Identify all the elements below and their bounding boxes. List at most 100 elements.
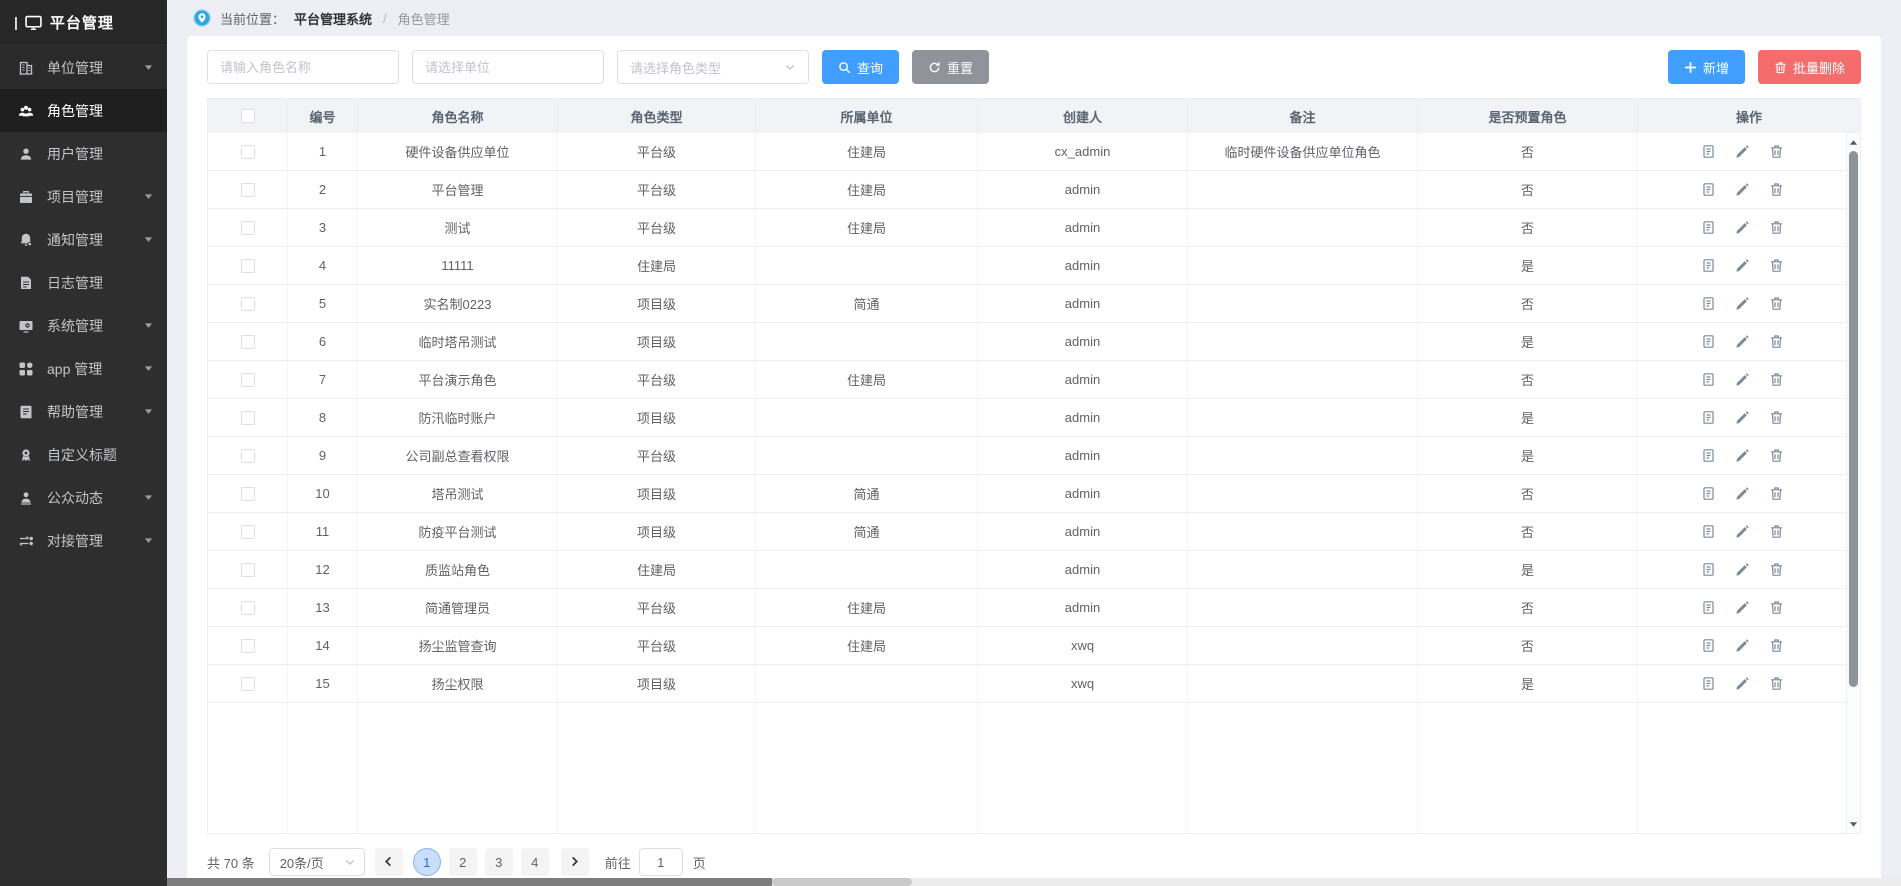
sidebar-item-project[interactable]: 项目管理 [0,175,167,218]
edit-icon[interactable] [1735,372,1750,387]
row-checkbox[interactable] [241,449,255,463]
delete-icon[interactable] [1769,182,1784,197]
sidebar-item-system[interactable]: 系统管理 [0,304,167,347]
row-checkbox[interactable] [241,335,255,349]
page-button-2[interactable]: 2 [449,848,477,876]
sidebar-item-help[interactable]: 帮助管理 [0,390,167,433]
edit-icon[interactable] [1735,486,1750,501]
delete-icon[interactable] [1769,220,1784,235]
row-checkbox[interactable] [241,563,255,577]
delete-icon[interactable] [1769,372,1784,387]
sidebar-item-role[interactable]: 角色管理 [0,89,167,132]
add-button[interactable]: 新增 [1668,50,1745,84]
horizontal-scrollbar-thumb[interactable] [167,878,772,886]
horizontal-scrollbar-thumb-end[interactable] [772,878,912,886]
sidebar-item-notice[interactable]: 通知管理 [0,218,167,261]
select-all-checkbox[interactable] [241,109,255,123]
edit-icon[interactable] [1735,258,1750,273]
edit-icon[interactable] [1735,524,1750,539]
detail-icon[interactable] [1701,562,1716,577]
sidebar-item-integration[interactable]: 对接管理 [0,519,167,562]
edit-icon[interactable] [1735,638,1750,653]
row-checkbox[interactable] [241,373,255,387]
edit-icon[interactable] [1735,144,1750,159]
row-checkbox[interactable] [241,487,255,501]
sidebar-item-custom-title[interactable]: 自定义标题 [0,433,167,476]
edit-icon[interactable] [1735,334,1750,349]
row-checkbox[interactable] [241,221,255,235]
row-checkbox[interactable] [241,145,255,159]
cell-creator: admin [978,399,1188,437]
detail-icon[interactable] [1701,182,1716,197]
edit-icon[interactable] [1735,562,1750,577]
row-checkbox[interactable] [241,297,255,311]
delete-icon[interactable] [1769,296,1784,311]
sidebar-item-app[interactable]: app 管理 [0,347,167,390]
detail-icon[interactable] [1701,296,1716,311]
delete-icon[interactable] [1769,600,1784,615]
row-checkbox[interactable] [241,601,255,615]
row-checkbox[interactable] [241,259,255,273]
sidebar-item-user[interactable]: 用户管理 [0,132,167,175]
delete-icon[interactable] [1769,334,1784,349]
delete-icon[interactable] [1769,258,1784,273]
row-checkbox[interactable] [241,639,255,653]
detail-icon[interactable] [1701,600,1716,615]
detail-icon[interactable] [1701,220,1716,235]
delete-icon[interactable] [1769,448,1784,463]
detail-icon[interactable] [1701,258,1716,273]
unit-select[interactable] [412,50,604,84]
edit-icon[interactable] [1735,600,1750,615]
detail-icon[interactable] [1701,410,1716,425]
reset-button[interactable]: 重置 [912,50,989,84]
edit-icon[interactable] [1735,182,1750,197]
page-button-3[interactable]: 3 [485,848,513,876]
detail-icon[interactable] [1701,638,1716,653]
detail-icon[interactable] [1701,334,1716,349]
detail-icon[interactable] [1701,448,1716,463]
vertical-scrollbar[interactable] [1846,133,1860,833]
sidebar-item-log[interactable]: 日志管理 [0,261,167,304]
page-size-select[interactable]: 20条/页 [269,848,365,876]
delete-icon[interactable] [1769,638,1784,653]
delete-icon[interactable] [1769,524,1784,539]
role-name-input[interactable] [207,50,399,84]
search-button[interactable]: 查询 [822,50,899,84]
goto-page-input[interactable] [639,848,683,876]
vertical-scrollbar-thumb[interactable] [1849,151,1858,687]
scroll-up-arrow-icon[interactable] [1847,135,1860,149]
row-checkbox[interactable] [241,411,255,425]
edit-icon[interactable] [1735,410,1750,425]
breadcrumb-root[interactable]: 平台管理系统 [294,9,372,28]
delete-icon[interactable] [1769,144,1784,159]
scroll-down-arrow-icon[interactable] [1847,817,1860,831]
cell-creator: admin [978,323,1188,361]
page-button-1[interactable]: 1 [413,848,441,876]
delete-icon[interactable] [1769,486,1784,501]
next-page-button[interactable] [561,848,589,876]
edit-icon[interactable] [1735,448,1750,463]
batch-delete-button[interactable]: 批量删除 [1758,50,1861,84]
detail-icon[interactable] [1701,372,1716,387]
page-button-4[interactable]: 4 [521,848,549,876]
detail-icon[interactable] [1701,486,1716,501]
sidebar-item-public[interactable]: 公众动态 [0,476,167,519]
sidebar-item-unit[interactable]: 单位管理 [0,46,167,89]
role-type-select[interactable]: 请选择角色类型 [617,50,809,84]
delete-icon[interactable] [1769,410,1784,425]
delete-icon[interactable] [1769,562,1784,577]
detail-icon[interactable] [1701,144,1716,159]
cell-operations [1638,589,1846,627]
edit-icon[interactable] [1735,676,1750,691]
cell-role-name: 实名制0223 [358,285,558,323]
row-checkbox[interactable] [241,183,255,197]
edit-icon[interactable] [1735,296,1750,311]
detail-icon[interactable] [1701,524,1716,539]
row-checkbox[interactable] [241,677,255,691]
delete-icon[interactable] [1769,676,1784,691]
edit-icon[interactable] [1735,220,1750,235]
prev-page-button[interactable] [375,848,403,876]
horizontal-scrollbar[interactable] [167,878,1901,886]
detail-icon[interactable] [1701,676,1716,691]
row-checkbox[interactable] [241,525,255,539]
